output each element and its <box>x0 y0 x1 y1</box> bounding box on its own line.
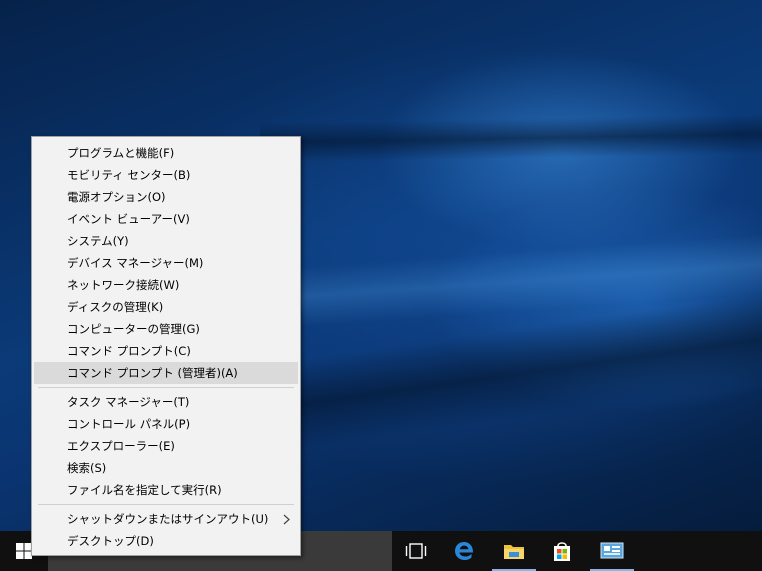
chevron-right-icon <box>283 514 290 525</box>
menu-item-file-explorer[interactable]: エクスプローラー(E) <box>34 435 298 457</box>
menu-item-power-options[interactable]: 電源オプション(O) <box>34 186 298 208</box>
control-panel-icon <box>600 542 624 559</box>
file-explorer-icon <box>504 545 524 559</box>
menu-item-shutdown-or-signout[interactable]: シャットダウンまたはサインアウト(U) <box>34 508 298 530</box>
menu-separator <box>38 504 294 505</box>
menu-item-run[interactable]: ファイル名を指定して実行(R) <box>34 479 298 501</box>
task-view-icon <box>405 543 427 559</box>
menu-item-command-prompt-admin[interactable]: コマンド プロンプト (管理者)(A) <box>34 362 298 384</box>
store-button[interactable] <box>538 531 586 571</box>
menu-item-event-viewer[interactable]: イベント ビューアー(V) <box>34 208 298 230</box>
edge-button[interactable] <box>440 531 488 571</box>
power-user-context-menu: プログラムと機能(F) モビリティ センター(B) 電源オプション(O) イベン… <box>31 136 301 556</box>
menu-item-search[interactable]: 検索(S) <box>34 457 298 479</box>
menu-item-control-panel[interactable]: コントロール パネル(P) <box>34 413 298 435</box>
menu-item-disk-management[interactable]: ディスクの管理(K) <box>34 296 298 318</box>
windows-logo-icon <box>16 543 32 559</box>
menu-item-task-manager[interactable]: タスク マネージャー(T) <box>34 391 298 413</box>
menu-item-label: シャットダウンまたはサインアウト(U) <box>67 512 269 526</box>
menu-item-command-prompt[interactable]: コマンド プロンプト(C) <box>34 340 298 362</box>
file-explorer-button[interactable] <box>490 531 538 571</box>
menu-item-programs-and-features[interactable]: プログラムと機能(F) <box>34 142 298 164</box>
store-icon <box>554 542 570 561</box>
edge-browser-icon <box>455 542 474 560</box>
menu-item-mobility-center[interactable]: モビリティ センター(B) <box>34 164 298 186</box>
menu-item-system[interactable]: システム(Y) <box>34 230 298 252</box>
menu-item-desktop[interactable]: デスクトップ(D) <box>34 530 298 552</box>
menu-item-computer-management[interactable]: コンピューターの管理(G) <box>34 318 298 340</box>
control-panel-button[interactable] <box>588 531 636 571</box>
task-view-button[interactable] <box>392 531 440 571</box>
menu-item-network-connections[interactable]: ネットワーク接続(W) <box>34 274 298 296</box>
menu-item-device-manager[interactable]: デバイス マネージャー(M) <box>34 252 298 274</box>
menu-separator <box>38 387 294 388</box>
wallpaper-shadow-band <box>259 113 762 163</box>
